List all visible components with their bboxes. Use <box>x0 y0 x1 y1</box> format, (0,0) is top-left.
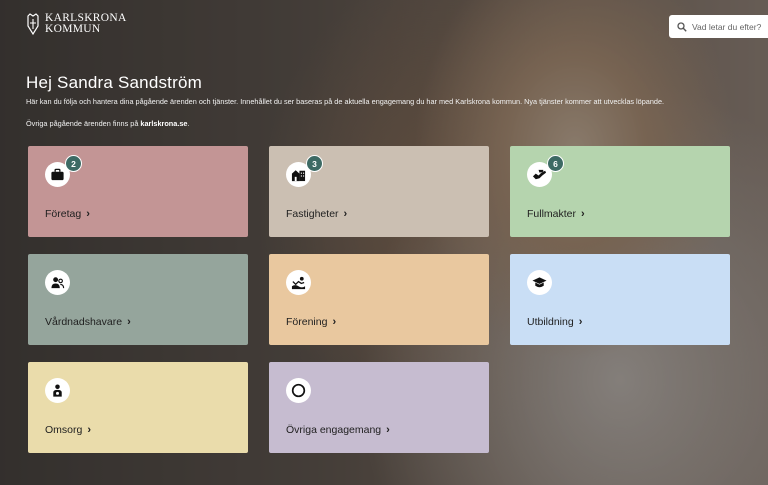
search-icon <box>677 21 687 32</box>
intro-section: Hej Sandra Sandström Här kan du följa oc… <box>26 73 766 129</box>
karlskrona-link[interactable]: karlskrona.se <box>140 119 187 128</box>
count-badge: 2 <box>65 155 82 172</box>
card-label-text: Övriga engagemang <box>286 424 382 436</box>
card-label-text: Fastigheter <box>286 208 339 220</box>
search-box[interactable] <box>669 15 768 38</box>
card-label-text: Omsorg <box>45 424 83 436</box>
chevron-right-icon: › <box>578 316 583 328</box>
card-label: Företag › <box>45 208 90 220</box>
circle-icon <box>291 383 306 398</box>
card-icon-circle <box>527 270 552 295</box>
card-vardnadshavare[interactable]: Vårdnadshavare › <box>28 254 248 345</box>
count-badge: 6 <box>547 155 564 172</box>
card-fullmakter[interactable]: 6 Fullmakter › <box>510 146 730 237</box>
logo-text: KARLSKRONA KOMMUN <box>45 12 127 35</box>
chevron-right-icon: › <box>332 316 337 328</box>
chevron-right-icon: › <box>343 208 348 220</box>
search-input[interactable] <box>692 21 768 32</box>
card-label: Fastigheter › <box>286 208 347 220</box>
card-utbildning[interactable]: Utbildning › <box>510 254 730 345</box>
association-icon <box>291 276 306 290</box>
buildings-icon <box>291 170 306 182</box>
other-cases-text: Övriga pågående ärenden finns på karlskr… <box>26 119 766 129</box>
intro-description: Här kan du följa och hantera dina pågåen… <box>26 97 665 106</box>
card-fastigheter[interactable]: 3 Fastigheter › <box>269 146 489 237</box>
card-ovriga-engagemang[interactable]: Övriga engagemang › <box>269 362 489 453</box>
logo[interactable]: KARLSKRONA KOMMUN <box>26 12 127 36</box>
card-label: Utbildning › <box>527 316 582 328</box>
card-label: Fullmakter › <box>527 208 585 220</box>
page-title: Hej Sandra Sandström <box>26 73 202 92</box>
card-label: Övriga engagemang › <box>286 424 390 436</box>
briefcase-icon <box>51 168 64 181</box>
card-icon-circle <box>286 378 311 403</box>
handshake-icon <box>532 169 547 180</box>
card-label-text: Fullmakter <box>527 208 577 220</box>
other-cases-prefix: Övriga pågående ärenden finns på <box>26 119 139 128</box>
card-icon-circle <box>45 378 70 403</box>
card-label-text: Förening <box>286 316 328 328</box>
card-label-text: Företag <box>45 208 82 220</box>
care-icon <box>53 384 62 397</box>
card-label: Omsorg › <box>45 424 91 436</box>
other-cases-suffix: . <box>187 119 190 128</box>
chevron-right-icon: › <box>127 316 131 328</box>
chevron-right-icon: › <box>87 424 92 436</box>
card-omsorg[interactable]: Omsorg › <box>28 362 248 453</box>
card-forening[interactable]: Förening › <box>269 254 489 345</box>
card-foretag[interactable]: 2 Företag › <box>28 146 248 237</box>
card-icon-circle <box>45 270 70 295</box>
chevron-right-icon: › <box>581 208 585 220</box>
card-label-text: Vårdnadshavare <box>45 316 123 328</box>
card-icon-circle <box>286 270 311 295</box>
family-icon <box>51 277 65 289</box>
card-label: Förening › <box>286 316 336 328</box>
header: KARLSKRONA KOMMUN <box>0 0 768 56</box>
card-label: Vårdnadshavare › <box>45 316 131 328</box>
chevron-right-icon: › <box>386 424 390 436</box>
logo-line2: KOMMUN <box>45 23 101 35</box>
chevron-right-icon: › <box>86 208 90 220</box>
card-label-text: Utbildning <box>527 316 574 328</box>
graduation-cap-icon <box>532 277 547 288</box>
crest-icon <box>27 13 39 36</box>
count-badge: 3 <box>306 155 323 172</box>
